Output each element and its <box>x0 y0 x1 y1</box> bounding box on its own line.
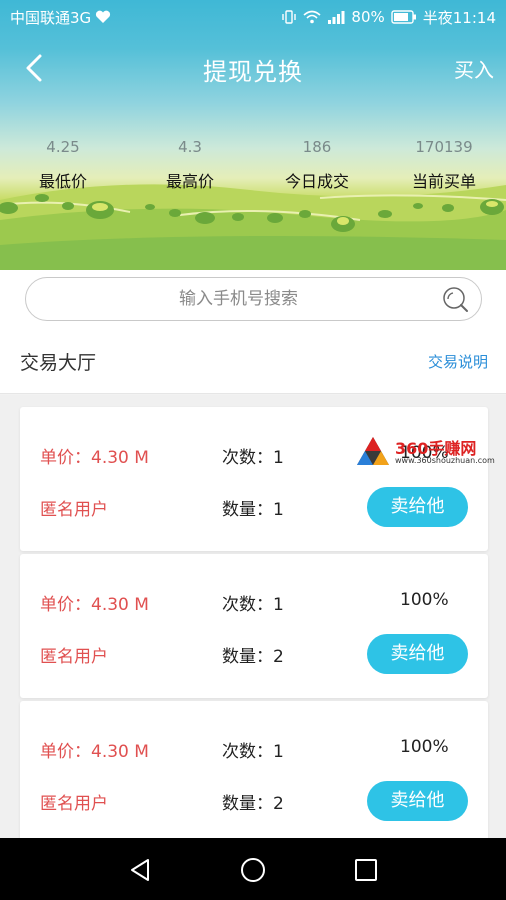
stat-label: 当前买单 <box>411 172 476 191</box>
stat-current-orders: 170139 当前买单 <box>389 138 499 192</box>
order-times: 次数：1 <box>222 448 284 468</box>
order-rate: 100% <box>400 737 449 757</box>
stat-value: 170139 <box>415 138 473 156</box>
order-card: 单价：4.30 M 匿名用户 次数：1 数量：2 100% 卖给他 <box>20 554 488 698</box>
order-quantity: 数量：2 <box>222 647 284 667</box>
page-title: 提现兑换 <box>203 58 303 86</box>
market-stats: 4.25 最低价 4.3 最高价 186 今日成交 170139 当前买单 <box>0 138 506 198</box>
order-rate: 100% <box>400 590 449 610</box>
order-times: 次数：1 <box>222 595 284 615</box>
order-times: 次数：1 <box>222 742 284 762</box>
order-card: 单价：4.30 M 匿名用户 次数：1 数量：2 100% 卖给他 <box>20 701 488 838</box>
order-user: 匿名用户 <box>40 794 108 814</box>
sell-to-him-button[interactable]: 卖给他 <box>367 781 468 821</box>
stat-value: 4.25 <box>46 138 80 156</box>
stat-label: 今日成交 <box>284 172 349 191</box>
order-card: 单价：4.30 M 匿名用户 次数：1 数量：1 100% 卖给他 <box>20 407 488 551</box>
section-header: 交易大厅 交易说明 <box>0 330 506 394</box>
order-user: 匿名用户 <box>40 500 108 520</box>
stat-min-price: 4.25 最低价 <box>8 138 118 192</box>
sell-to-him-button[interactable]: 卖给他 <box>367 634 468 674</box>
watermark: 360手赚网 www.360shouzhuan.com <box>355 435 505 471</box>
search-section <box>0 270 506 330</box>
order-price: 单价：4.30 M <box>40 742 149 762</box>
signal-icon <box>328 11 345 24</box>
section-title: 交易大厅 <box>20 352 97 374</box>
carrier-label: 中国联通3G <box>10 8 92 27</box>
sell-to-him-button[interactable]: 卖给他 <box>367 487 468 527</box>
wifi-icon <box>303 10 321 24</box>
stat-label: 最高价 <box>165 172 214 191</box>
order-user: 匿名用户 <box>40 647 108 667</box>
order-price: 单价：4.30 M <box>40 595 149 615</box>
battery-percent: 80% <box>351 8 385 26</box>
battery-icon <box>391 10 416 24</box>
watermark-url: www.360shouzhuan.com <box>395 456 495 465</box>
clock: 半夜11:14 <box>422 8 496 27</box>
stat-value: 4.3 <box>178 138 202 156</box>
search-box <box>25 277 482 321</box>
vibrate-icon <box>282 10 297 24</box>
buy-button[interactable]: 买入 <box>454 54 494 83</box>
heart-icon <box>96 10 111 23</box>
watermark-logo-icon <box>357 437 389 465</box>
order-price: 单价：4.30 M <box>40 448 149 468</box>
back-triangle-icon[interactable] <box>126 856 154 884</box>
stat-today-deals: 186 今日成交 <box>262 138 372 192</box>
landscape-illustration <box>0 184 506 270</box>
stat-value: 186 <box>302 138 332 156</box>
status-bar: 中国联通3G 80% 半夜11:14 <box>0 0 506 34</box>
trade-help-link[interactable]: 交易说明 <box>428 351 488 372</box>
nav-bar: 提现兑换 买入 <box>0 44 506 92</box>
stat-label: 最低价 <box>38 172 87 191</box>
stat-max-price: 4.3 最高价 <box>135 138 245 192</box>
system-nav-bar <box>0 838 506 900</box>
order-quantity: 数量：2 <box>222 794 284 814</box>
search-input[interactable] <box>26 278 481 320</box>
header-banner: 中国联通3G 80% 半夜11:14 提现兑换 买入 4.25 最低价 4.3 … <box>0 0 506 270</box>
search-icon[interactable] <box>441 286 469 314</box>
recents-square-icon[interactable] <box>352 856 380 884</box>
home-circle-icon[interactable] <box>239 856 267 884</box>
order-quantity: 数量：1 <box>222 500 284 520</box>
